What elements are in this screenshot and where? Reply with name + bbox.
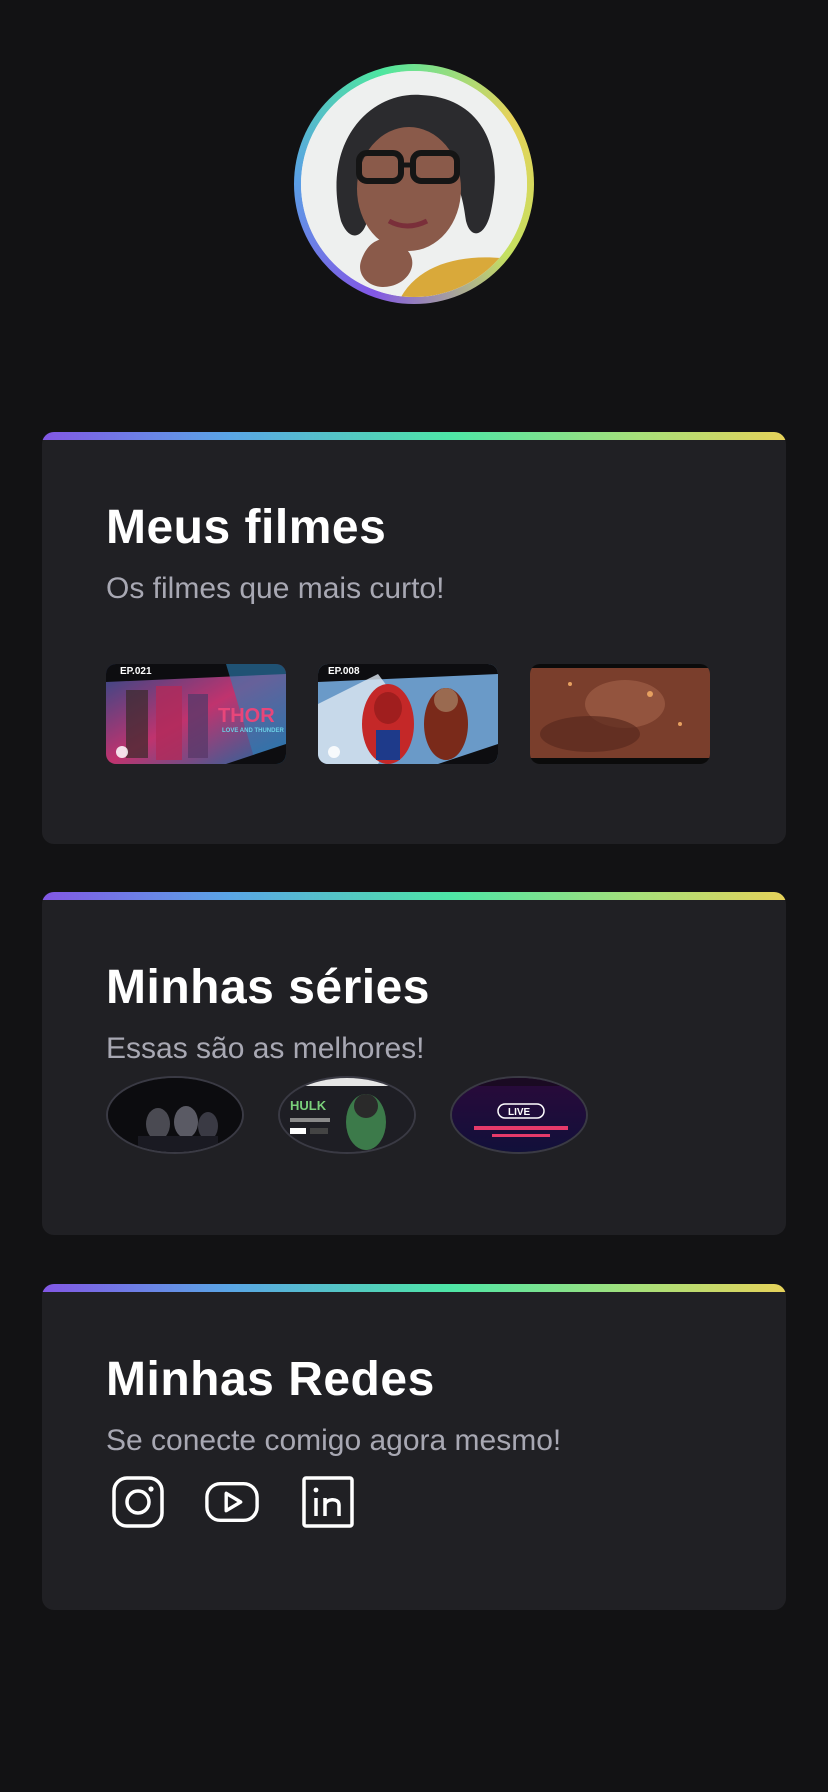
movie-thumb-scene[interactable] — [530, 664, 710, 764]
movie-logo-sub: LOVE AND THUNDER — [222, 728, 284, 734]
avatar-ring — [294, 64, 534, 304]
series-card: Minhas séries Essas são as melhores! HUL… — [42, 892, 786, 1235]
page: Meus filmes Os filmes que mais curto! EP… — [0, 0, 828, 1792]
youtube-link[interactable] — [204, 1474, 260, 1530]
movie-badge: EP.021 — [120, 666, 152, 677]
social-card: Minhas Redes Se conecte comigo agora mes… — [42, 1284, 786, 1610]
series-title: Minhas séries — [106, 961, 430, 1014]
series-thumb-hulk[interactable]: HULK — [278, 1076, 416, 1154]
linkedin-icon — [302, 1476, 354, 1528]
series-label: HULK — [290, 1098, 327, 1113]
movie-logo: THOR — [218, 705, 275, 727]
social-subtitle: Se conecte comigo agora mesmo! — [106, 1424, 562, 1457]
movies-card: Meus filmes Os filmes que mais curto! EP… — [42, 432, 786, 844]
instagram-link[interactable] — [110, 1474, 166, 1530]
social-title: Minhas Redes — [106, 1353, 435, 1406]
series-thumb-1[interactable] — [106, 1076, 244, 1154]
avatar-image — [301, 71, 527, 297]
linkedin-link[interactable] — [300, 1474, 356, 1530]
movies-title: Meus filmes — [106, 501, 387, 554]
youtube-icon — [205, 1481, 259, 1523]
instagram-icon — [112, 1476, 164, 1528]
series-subtitle: Essas são as melhores! — [106, 1032, 425, 1065]
movie-thumb-spiderman[interactable]: EP.008 — [318, 664, 498, 764]
series-thumb-live[interactable]: LIVE — [450, 1076, 588, 1154]
movies-subtitle: Os filmes que mais curto! — [106, 572, 445, 605]
series-label: LIVE — [508, 1107, 531, 1118]
movie-badge: EP.008 — [328, 666, 360, 677]
avatar — [301, 71, 527, 297]
movie-thumb-thor[interactable]: EP.021 THOR LOVE AND THUNDER — [106, 664, 286, 764]
